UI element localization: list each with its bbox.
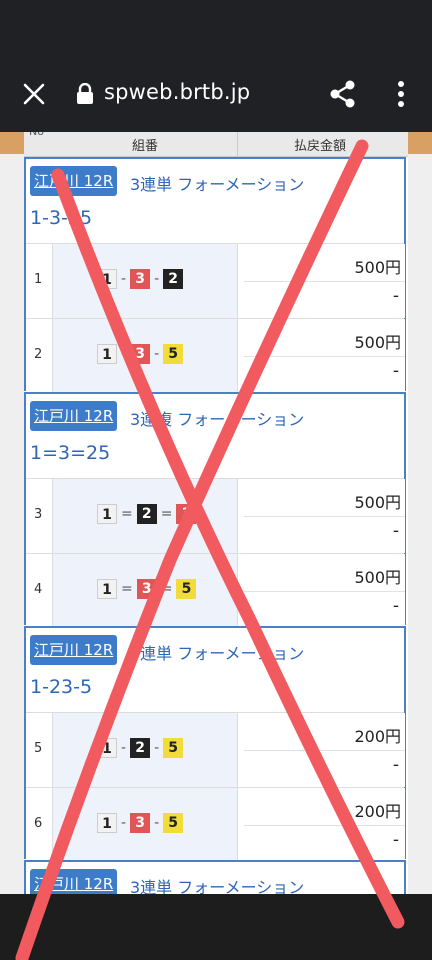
bet-group: 江戸川 12R 3連単 フォーメーション 1-3-25 1 1 - 3 - 2 … [24, 157, 406, 393]
bet-type: 3連単 フォーメーション [130, 644, 305, 663]
bet-amount: 500円 [354, 568, 401, 587]
table-row: 2 1 - 3 - 5 500円 - [26, 318, 405, 393]
number-combo: 1 - 2 - 5 [97, 738, 184, 758]
url-text[interactable]: spweb.brtb.jp [104, 80, 250, 104]
col-no: No [29, 132, 44, 138]
number-combo: 1 - 3 - 2 [97, 269, 184, 289]
bet-combo: 1-23-5 [30, 676, 93, 698]
number-badge: 3 [136, 579, 157, 599]
row-no: 5 [34, 741, 43, 756]
race-link[interactable]: 江戸川 12R [30, 869, 118, 894]
bet-type: 3連単 フォーメーション [130, 175, 305, 194]
number-badge: 3 [130, 269, 151, 289]
bet-group: 江戸川 12R 3連単 フォーメーション 1-23-5 5 1 - 2 - 5 … [24, 626, 406, 862]
browser-toolbar: spweb.brtb.jp [0, 58, 432, 132]
payout-value: - [392, 596, 399, 616]
race-link[interactable]: 江戸川 12R [30, 401, 118, 431]
number-badge: 1 [97, 344, 117, 364]
background-page-left [0, 132, 24, 894]
row-no: 3 [34, 507, 43, 522]
number-combo: 1 - 3 - 5 [97, 813, 184, 833]
number-badge: 5 [163, 344, 184, 364]
bet-amount: 500円 [354, 258, 401, 277]
background-page-right [408, 132, 432, 894]
bet-amount: 200円 [354, 802, 401, 821]
bet-type: 3連単 フォーメーション [130, 878, 305, 894]
number-badge: 3 [130, 813, 151, 833]
lock-icon [76, 82, 94, 105]
number-combo: 1 - 3 - 5 [97, 344, 184, 364]
table-row: 5 1 - 2 - 5 200円 - [26, 712, 405, 787]
number-badge: 2 [136, 504, 157, 524]
number-combo: 1 = 2 = 3 [97, 504, 197, 524]
close-icon[interactable] [18, 78, 50, 110]
table-header: No 組番 払戻金額 [24, 132, 408, 157]
row-no: 2 [34, 347, 43, 362]
table-row: 4 1 = 3 = 5 500円 - [26, 553, 405, 628]
payout-value: - [392, 830, 399, 850]
background-banner [0, 132, 24, 154]
col-harai: 払戻金額 [294, 139, 347, 154]
col-kumiban: 組番 [132, 139, 159, 154]
bet-amount: 500円 [354, 333, 401, 352]
number-badge: 3 [176, 504, 197, 524]
navigation-bar [0, 894, 432, 960]
number-badge: 1 [97, 504, 117, 524]
bet-group: 江戸川 12R 3連複 フォーメーション 1=3=25 3 1 = 2 = 3 … [24, 392, 406, 628]
payout-value: - [392, 521, 399, 541]
number-badge: 3 [130, 344, 151, 364]
table-row: 6 1 - 3 - 5 200円 - [26, 787, 405, 862]
number-badge: 2 [163, 269, 184, 289]
number-combo: 1 = 3 = 5 [97, 579, 197, 599]
share-icon[interactable] [328, 78, 358, 110]
number-badge: 1 [97, 738, 117, 758]
number-badge: 1 [97, 813, 117, 833]
bet-combo: 1=3=25 [30, 442, 111, 464]
bet-amount: 500円 [354, 493, 401, 512]
bet-type: 3連複 フォーメーション [130, 410, 305, 429]
bet-amount: 200円 [354, 727, 401, 746]
number-badge: 2 [130, 738, 151, 758]
race-link[interactable]: 江戸川 12R [30, 635, 118, 665]
bet-group: 江戸川 12R 3連単 フォーメーション [24, 860, 406, 894]
payout-value: - [392, 286, 399, 306]
table-row: 3 1 = 2 = 3 500円 - [26, 478, 405, 553]
number-badge: 5 [176, 579, 197, 599]
payout-value: - [392, 755, 399, 775]
page-content: No 組番 払戻金額 江戸川 12R 3連単 フォーメーション 1-3-25 1… [0, 132, 432, 894]
background-banner [408, 132, 432, 154]
number-badge: 1 [97, 579, 117, 599]
bet-combo: 1-3-25 [30, 207, 93, 229]
number-badge: 5 [163, 738, 184, 758]
race-link[interactable]: 江戸川 12R [30, 166, 118, 196]
row-no: 6 [34, 816, 43, 831]
row-no: 4 [34, 582, 43, 597]
betting-result-modal: No 組番 払戻金額 江戸川 12R 3連単 フォーメーション 1-3-25 1… [24, 132, 408, 894]
table-row: 1 1 - 3 - 2 500円 - [26, 243, 405, 318]
row-no: 1 [34, 272, 43, 287]
payout-value: - [392, 361, 399, 381]
status-bar [0, 0, 432, 58]
number-badge: 5 [163, 813, 184, 833]
number-badge: 1 [97, 269, 117, 289]
more-vert-icon[interactable] [392, 78, 410, 110]
